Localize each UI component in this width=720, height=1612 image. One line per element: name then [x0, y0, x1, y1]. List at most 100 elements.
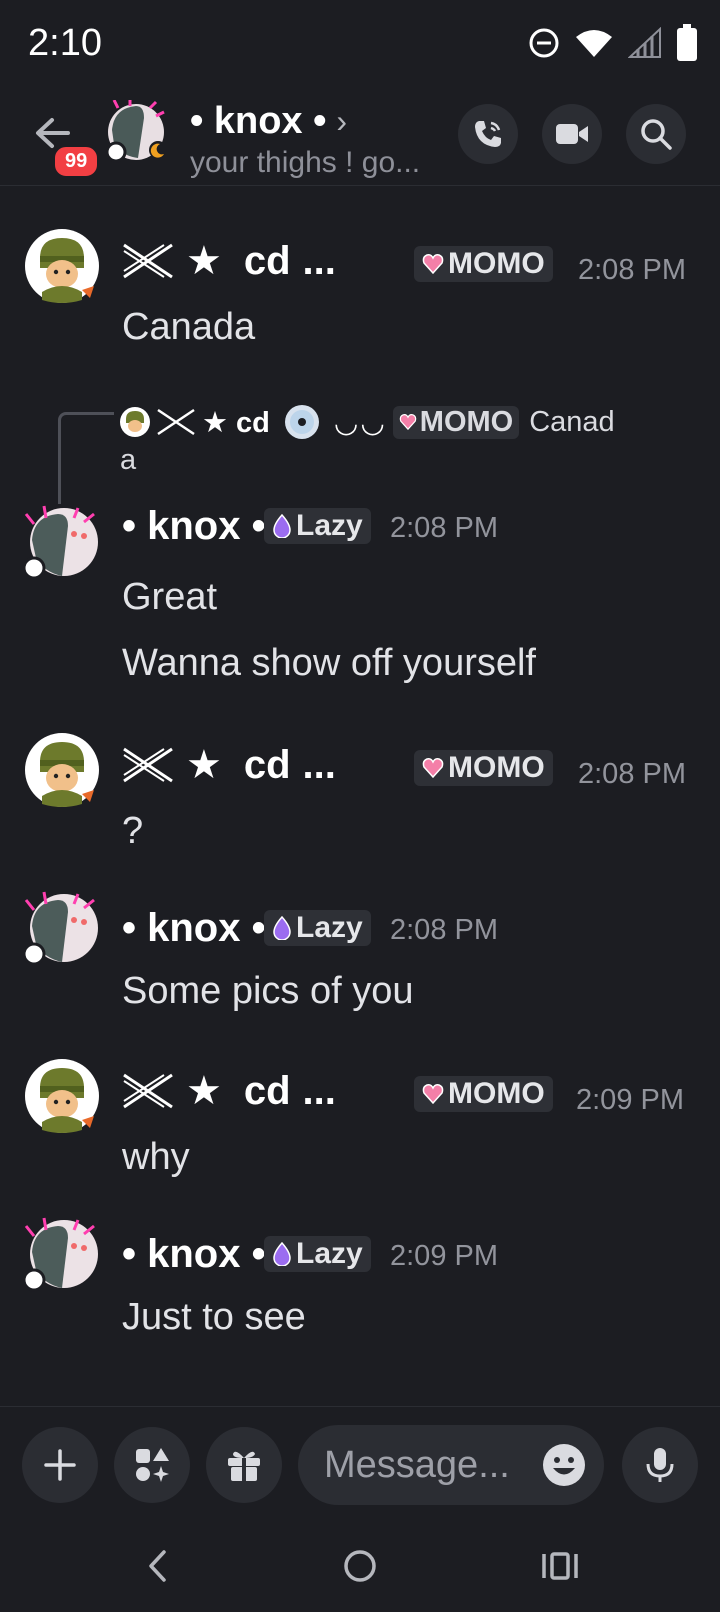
role-tag-lazy[interactable]: Lazy — [264, 508, 371, 544]
role-tag-label: Lazy — [296, 911, 363, 944]
author-name[interactable]: ★ cd ... — [122, 742, 336, 788]
crossed-swords-icon — [123, 1073, 173, 1109]
signal-icon — [628, 27, 661, 58]
gift-icon — [228, 1451, 260, 1481]
user-avatar-cd[interactable] — [24, 732, 100, 808]
nav-recents-button[interactable] — [530, 1542, 590, 1590]
heart-icon — [422, 758, 444, 778]
message-text[interactable]: Wanna show off yourself — [122, 642, 536, 685]
role-tag-momo[interactable]: MOMO — [414, 750, 553, 786]
chevron-left-icon — [149, 1550, 166, 1582]
author-name[interactable]: ★ cd ... — [122, 238, 336, 284]
message-timestamp: 2:08 PM — [578, 254, 686, 286]
voice-message-button[interactable] — [622, 1427, 698, 1503]
status-bar: 2:10 — [0, 0, 720, 92]
author-name-text: • knox • — [122, 906, 266, 950]
battery-icon — [677, 24, 697, 61]
reply-role-label: MOMO — [419, 405, 514, 438]
message-timestamp: 2:09 PM — [576, 1084, 684, 1116]
gift-button[interactable] — [206, 1427, 282, 1503]
video-call-button[interactable] — [542, 104, 602, 164]
message-input[interactable] — [324, 1425, 534, 1505]
nav-back-button[interactable] — [128, 1542, 188, 1590]
role-tag-lazy[interactable]: Lazy — [264, 910, 371, 946]
author-name[interactable]: • knox • — [122, 1232, 266, 1277]
channel-title-text: • knox • — [190, 100, 327, 142]
nav-home-button[interactable] — [330, 1542, 390, 1590]
reply-connector — [58, 412, 114, 504]
recents-icon — [542, 1552, 578, 1580]
message-timestamp: 2:08 PM — [390, 914, 498, 946]
role-tag-label: Lazy — [296, 1237, 363, 1270]
heart-icon — [422, 254, 444, 274]
message-timestamp: 2:08 PM — [578, 758, 686, 790]
apps-button[interactable] — [114, 1427, 190, 1503]
reply-role-tag: MOMO — [392, 405, 520, 439]
reply-author: ★ cd — [202, 406, 270, 439]
author-name[interactable]: • knox • — [122, 504, 266, 549]
plus-icon — [44, 1449, 76, 1481]
user-avatar-cd[interactable] — [24, 228, 100, 304]
author-name[interactable]: • knox • — [122, 906, 266, 951]
reply-preview[interactable]: ★ cd ◡◡ MOMO Canad a — [120, 404, 615, 477]
reply-avatar — [120, 407, 150, 437]
author-name-text: cd — [243, 238, 291, 283]
reply-text-cont: a — [120, 444, 137, 476]
message-text[interactable]: Great — [122, 576, 217, 619]
role-tag-momo[interactable]: MOMO — [414, 1076, 553, 1112]
apps-icon — [136, 1448, 169, 1482]
video-icon — [556, 124, 588, 144]
reply-decoration: ◡◡ — [333, 406, 387, 438]
heart-icon — [422, 1084, 444, 1104]
dm-avatar[interactable] — [104, 100, 168, 164]
crossed-swords-icon — [157, 408, 195, 436]
user-avatar-cd[interactable] — [24, 1058, 100, 1134]
message-text[interactable]: Canada — [122, 306, 255, 349]
message-input-box[interactable] — [298, 1425, 604, 1505]
home-circle-icon — [344, 1550, 376, 1582]
role-tag-label: MOMO — [448, 247, 545, 280]
flame-icon — [273, 1242, 291, 1266]
role-tag-lazy[interactable]: Lazy — [264, 1236, 371, 1272]
message-text[interactable]: Some pics of you — [122, 970, 413, 1013]
search-button[interactable] — [626, 104, 686, 164]
microphone-icon — [646, 1448, 674, 1482]
add-attachment-button[interactable] — [22, 1427, 98, 1503]
name-ellipsis: ... — [302, 238, 336, 283]
channel-title[interactable]: • knox • › — [190, 100, 347, 143]
role-tag-label: Lazy — [296, 509, 363, 542]
status-time: 2:10 — [28, 22, 102, 64]
user-avatar-knox[interactable] — [24, 504, 100, 580]
phone-call-icon — [475, 121, 501, 147]
author-name-text: cd — [243, 1068, 291, 1113]
message-text[interactable]: ? — [122, 810, 143, 853]
flame-icon — [273, 514, 291, 538]
cd-disc-icon — [284, 405, 319, 439]
star-decoration: ★ — [186, 239, 222, 283]
flame-icon — [273, 916, 291, 940]
channel-status: your thighs ! go... — [190, 146, 421, 179]
crossed-swords-icon — [123, 747, 173, 783]
message-timestamp: 2:09 PM — [390, 1240, 498, 1272]
unread-badge: 99 — [52, 144, 101, 179]
call-button[interactable] — [458, 104, 518, 164]
status-icons — [528, 24, 698, 62]
author-name[interactable]: ★ cd ... — [122, 1068, 336, 1114]
message-text[interactable]: Just to see — [122, 1296, 306, 1339]
user-avatar-knox[interactable] — [24, 890, 100, 966]
star-decoration: ★ — [186, 743, 222, 787]
role-tag-momo[interactable]: MOMO — [414, 246, 553, 282]
author-name-text: cd — [243, 742, 291, 787]
role-tag-label: MOMO — [448, 751, 545, 784]
reply-text: Canad — [529, 405, 615, 438]
author-name-text: • knox • — [122, 504, 266, 548]
do-not-disturb-icon — [529, 28, 559, 58]
system-nav-bar — [0, 1520, 720, 1612]
message-text[interactable]: why — [122, 1136, 190, 1179]
search-icon — [641, 119, 672, 150]
role-tag-label: MOMO — [448, 1077, 545, 1110]
emoji-icon[interactable] — [542, 1443, 586, 1487]
user-avatar-knox[interactable] — [24, 1216, 100, 1292]
author-name-text: • knox • — [122, 1232, 266, 1276]
crossed-swords-icon — [123, 243, 173, 279]
